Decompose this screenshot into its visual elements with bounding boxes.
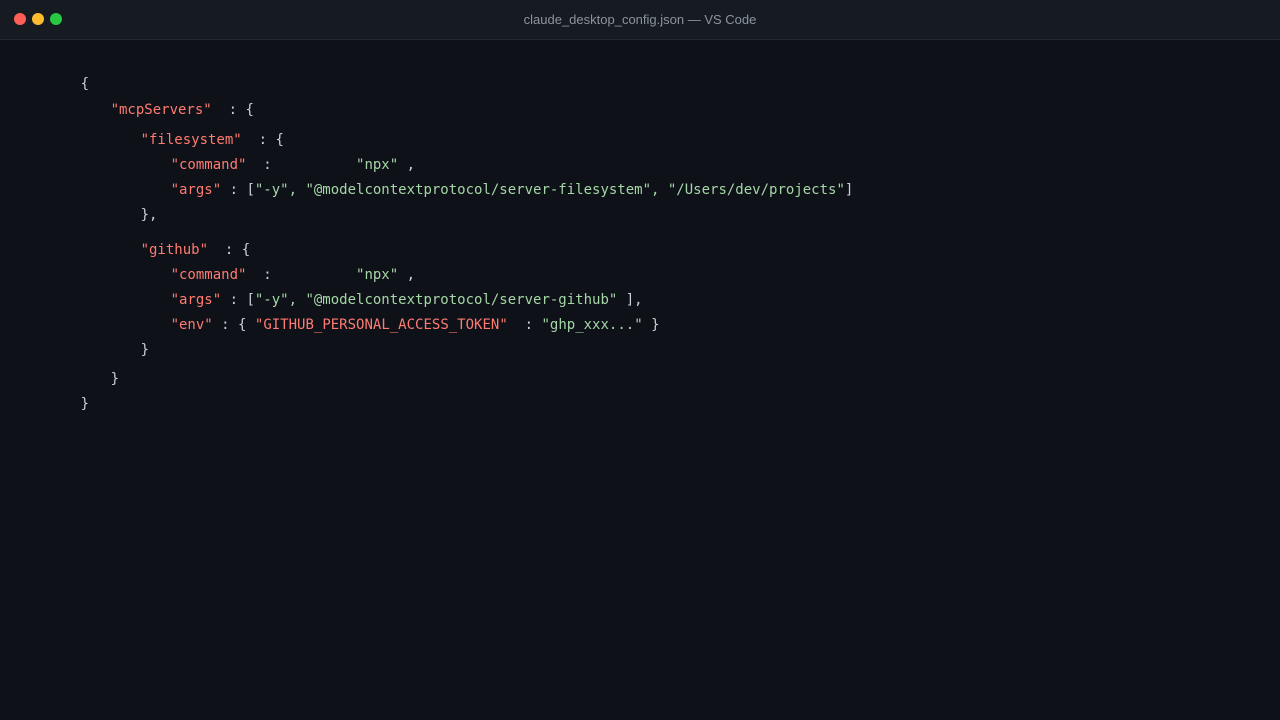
code-line-3: "filesystem" : { — [140, 132, 284, 148]
code-line-11: } — [90, 320, 149, 358]
code-line-12: } — [60, 349, 119, 387]
code-line-6: }, — [90, 185, 158, 223]
github-close: } — [140, 342, 150, 358]
code-line-1: { — [30, 54, 89, 92]
code-editor[interactable]: { "mcpServers" : { "filesystem" : { "com… — [0, 40, 1280, 720]
window-title: claude_desktop_config.json — VS Code — [523, 12, 757, 27]
mcp-servers-close: } — [110, 371, 120, 387]
github-token-value: "ghp_xxx..." — [541, 317, 643, 333]
code-line-9: "args" : ["-y", "@modelcontextprotocol/s… — [170, 292, 643, 308]
code-line-13: } — [30, 374, 89, 412]
code-line-10: "env" : { "GITHUB_PERSONAL_ACCESS_TOKEN"… — [170, 317, 660, 333]
code-line-8: "command" : "npx" , — [170, 267, 416, 283]
code-line-5: "args" : ["-y", "@modelcontextprotocol/s… — [170, 182, 854, 198]
code-line-2: "mcpServers" : { — [110, 102, 254, 118]
github-env-key: "env" — [170, 317, 213, 333]
close-brace: } — [80, 396, 90, 412]
code-line-4: "command" : "npx" , — [170, 157, 416, 173]
title-bar: claude_desktop_config.json — VS Code — [0, 0, 1280, 40]
code-line-7: "github" : { — [140, 242, 251, 258]
filesystem-args-values: "-y", "@modelcontextprotocol/server-file… — [254, 182, 845, 198]
github-token-key: "GITHUB_PERSONAL_ACCESS_TOKEN" — [254, 317, 508, 333]
vscode-window: claude_desktop_config.json — VS Code { "… — [0, 0, 1280, 720]
filesystem-args-key: "args" — [170, 182, 222, 198]
